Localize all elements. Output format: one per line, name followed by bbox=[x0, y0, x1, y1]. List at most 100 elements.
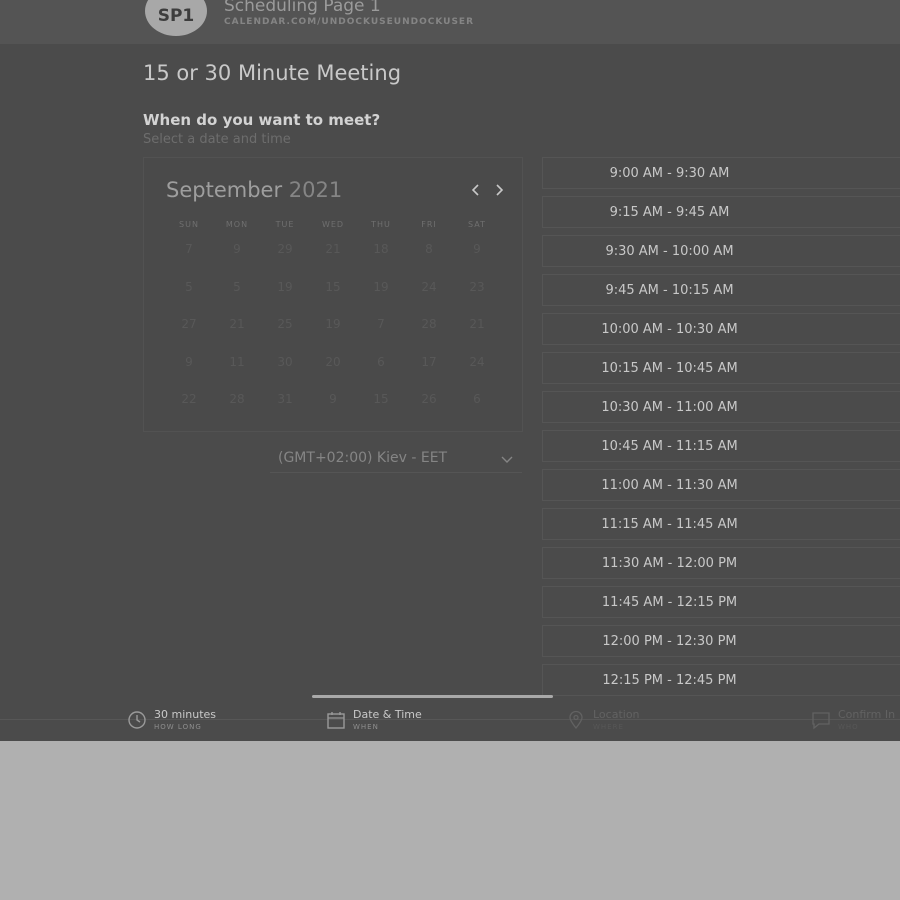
weekday-label: SAT bbox=[468, 220, 486, 229]
time-slot[interactable]: 10:00 AM - 10:30 AM bbox=[542, 313, 900, 345]
time-slot-label: 10:30 AM - 11:00 AM bbox=[601, 399, 738, 415]
calendar-day: 20 bbox=[325, 354, 341, 369]
timezone-select[interactable]: (GMT+02:00) Kiev - EET bbox=[270, 445, 522, 473]
active-step-indicator bbox=[312, 695, 553, 698]
page-header: SP1 Scheduling Page 1 CALENDAR.COM/UNDOC… bbox=[0, 0, 900, 44]
calendar-day: 7 bbox=[185, 242, 193, 256]
time-slot-label: 9:30 AM - 10:00 AM bbox=[605, 243, 734, 259]
calendar-day: 30 bbox=[277, 354, 293, 369]
avatar: SP1 bbox=[145, 0, 207, 36]
calendar-day: 28 bbox=[421, 317, 437, 331]
scheduling-app: SP1 Scheduling Page 1 CALENDAR.COM/UNDOC… bbox=[0, 0, 900, 741]
time-slot[interactable]: 10:45 AM - 11:15 AM bbox=[542, 430, 900, 462]
step-title: Location bbox=[593, 708, 640, 721]
time-slot-label: 10:45 AM - 11:15 AM bbox=[601, 438, 738, 454]
calendar-day: 21 bbox=[469, 317, 485, 331]
calendar-day: 23 bbox=[469, 279, 485, 294]
calendar-day: 19 bbox=[373, 279, 389, 294]
time-slot-label: 11:30 AM - 12:00 PM bbox=[601, 555, 738, 571]
calendar-day: 9 bbox=[329, 392, 337, 406]
scheduling-page-name: Scheduling Page 1 bbox=[224, 0, 381, 16]
time-slot[interactable]: 12:00 PM - 12:30 PM bbox=[542, 625, 900, 657]
chevron-down-icon bbox=[501, 456, 513, 463]
time-slot[interactable]: 11:45 AM - 12:15 PM bbox=[542, 586, 900, 618]
time-slot[interactable]: 11:30 AM - 12:00 PM bbox=[542, 547, 900, 579]
time-slot[interactable]: 9:00 AM - 9:30 AM bbox=[542, 157, 900, 189]
time-slot[interactable]: 9:30 AM - 10:00 AM bbox=[542, 235, 900, 267]
time-slot-label: 9:00 AM - 9:30 AM bbox=[609, 165, 730, 181]
calendar-day: 27 bbox=[181, 317, 197, 331]
time-slot-label: 11:45 AM - 12:15 PM bbox=[601, 594, 738, 610]
timezone-label: (GMT+02:00) Kiev - EET bbox=[278, 450, 448, 466]
weekday-label: MON bbox=[225, 220, 249, 229]
chevron-left-icon bbox=[471, 184, 479, 196]
time-slot-label: 10:00 AM - 10:30 AM bbox=[601, 321, 738, 337]
scheduling-page-url[interactable]: CALENDAR.COM/UNDOCKUSEUNDOCKUSER bbox=[224, 17, 474, 27]
month-year-label: September 2021 bbox=[166, 178, 342, 202]
step-subtitle: WHERE bbox=[593, 723, 624, 731]
time-slot[interactable]: 9:45 AM - 10:15 AM bbox=[542, 274, 900, 306]
step-subtitle: WHEN bbox=[353, 723, 379, 731]
calendar-day: 8 bbox=[425, 242, 433, 256]
time-slot-label: 12:15 PM - 12:45 PM bbox=[602, 672, 737, 688]
clock-icon bbox=[128, 711, 146, 729]
weekday-header: SUN MON TUE WED THU FRI SAT bbox=[165, 220, 501, 229]
calendar-day: 9 bbox=[233, 242, 241, 256]
calendar-day: 21 bbox=[325, 242, 341, 256]
time-slot-list: 9:00 AM - 9:30 AM 9:15 AM - 9:45 AM 9:30… bbox=[542, 157, 900, 699]
prev-month-button[interactable] bbox=[467, 180, 485, 200]
time-slot[interactable]: 11:15 AM - 11:45 AM bbox=[542, 508, 900, 540]
calendar-day: 17 bbox=[421, 354, 437, 369]
calendar-icon bbox=[327, 712, 345, 729]
step-title: Date & Time bbox=[353, 708, 422, 721]
step-subtitle: WHO bbox=[838, 723, 859, 731]
calendar-day: 11 bbox=[229, 354, 245, 369]
calendar-day: 26 bbox=[421, 392, 437, 406]
time-slot-label: 12:00 PM - 12:30 PM bbox=[602, 633, 737, 649]
calendar-day: 28 bbox=[229, 392, 245, 406]
section-heading: When do you want to meet? bbox=[143, 111, 381, 129]
date-picker: September 2021 SUN MON TUE WED THU FRI S… bbox=[143, 157, 523, 432]
calendar-day: 6 bbox=[377, 354, 385, 369]
message-icon bbox=[812, 712, 830, 730]
calendar-day: 21 bbox=[229, 317, 245, 331]
calendar-day: 5 bbox=[233, 279, 241, 294]
map-pin-icon bbox=[569, 710, 583, 730]
calendar-day: 9 bbox=[185, 354, 193, 369]
time-slot-label: 11:00 AM - 11:30 AM bbox=[601, 477, 738, 493]
time-slot-label: 9:45 AM - 10:15 AM bbox=[605, 282, 734, 298]
calendar-day: 31 bbox=[277, 392, 293, 406]
calendar-day: 15 bbox=[373, 392, 389, 406]
time-slot[interactable]: 10:30 AM - 11:00 AM bbox=[542, 391, 900, 423]
page-title: 15 or 30 Minute Meeting bbox=[143, 61, 402, 85]
calendar-day: 5 bbox=[185, 279, 193, 294]
step-title: 30 minutes bbox=[154, 708, 217, 721]
time-slot-label: 9:15 AM - 9:45 AM bbox=[609, 204, 730, 220]
weekday-label: TUE bbox=[275, 220, 295, 229]
chevron-right-icon bbox=[496, 184, 504, 196]
calendar-day: 19 bbox=[277, 279, 293, 294]
time-slot[interactable]: 9:15 AM - 9:45 AM bbox=[542, 196, 900, 228]
calendar-day: 24 bbox=[469, 354, 485, 369]
time-slot-label: 11:15 AM - 11:45 AM bbox=[601, 516, 738, 532]
step-title: Confirm In bbox=[838, 708, 896, 721]
time-slot[interactable]: 11:00 AM - 11:30 AM bbox=[542, 469, 900, 501]
calendar-day: 25 bbox=[277, 317, 293, 331]
weekday-label: WED bbox=[321, 220, 345, 229]
calendar-day: 29 bbox=[277, 242, 293, 256]
calendar-day: 18 bbox=[373, 242, 389, 256]
calendar-day: 6 bbox=[473, 392, 481, 406]
calendar-day: 7 bbox=[377, 317, 385, 331]
next-month-button[interactable] bbox=[490, 180, 508, 200]
month-label: September bbox=[166, 178, 283, 202]
year-label: 2021 bbox=[288, 178, 343, 202]
step-subtitle: HOW LONG bbox=[154, 723, 202, 731]
section-hint: Select a date and time bbox=[143, 132, 291, 147]
time-slot[interactable]: 10:15 AM - 10:45 AM bbox=[542, 352, 900, 384]
weekday-label: FRI bbox=[421, 220, 437, 229]
calendar-day: 19 bbox=[325, 317, 341, 331]
time-slot[interactable]: 12:15 PM - 12:45 PM bbox=[542, 664, 900, 696]
calendar-days: 7 9 29 21 18 8 9 5 5 19 15 19 24 23 27 2… bbox=[165, 238, 501, 426]
weekday-label: THU bbox=[371, 220, 391, 229]
weekday-label: SUN bbox=[179, 220, 199, 229]
